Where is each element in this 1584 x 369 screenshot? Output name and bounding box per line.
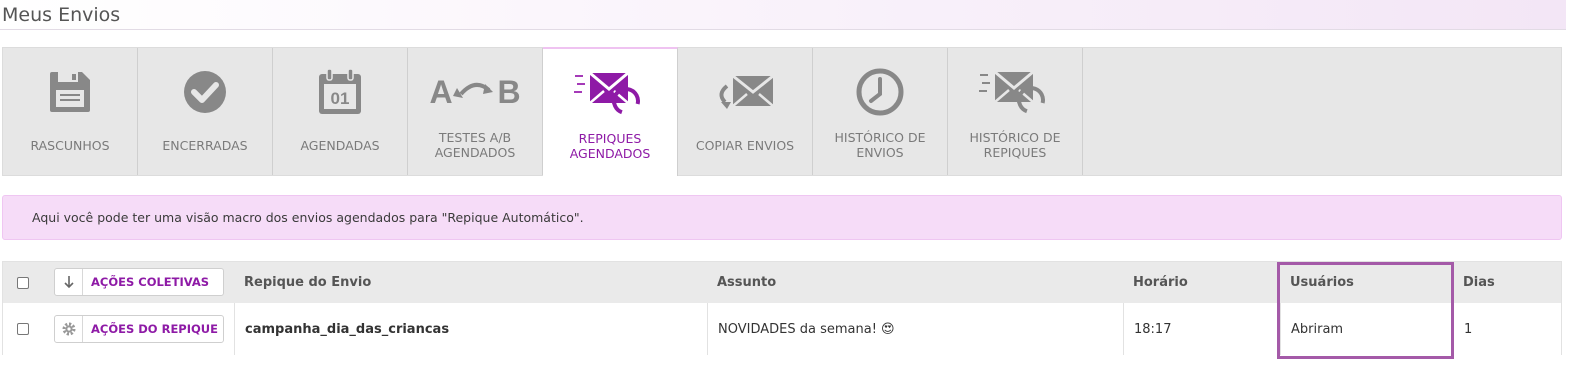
- repique-envelope-icon: [543, 67, 677, 119]
- column-header-dias: Dias: [1463, 275, 1495, 290]
- tabs-bar: RASCUNHOS ENCERRADAS 01 AGENDADAS A B TE…: [2, 47, 1562, 176]
- tab-label: ENCERRADAS: [162, 138, 248, 153]
- sort-arrow-icon: [55, 269, 83, 295]
- page-header: Meus Envios: [0, 0, 1566, 30]
- cell-horario: 18:17: [1123, 303, 1280, 355]
- page-title: Meus Envios: [2, 4, 121, 26]
- copy-envelope-icon: [678, 66, 812, 118]
- gear-icon: [55, 316, 83, 342]
- tab-label-line1: REPIQUES: [578, 131, 642, 146]
- tab-label: COPIAR ENVIOS: [695, 138, 795, 153]
- bulk-actions-label: AÇÕES COLETIVAS: [91, 275, 210, 289]
- tab-repiques-agendados[interactable]: REPIQUES AGENDADOS: [543, 47, 678, 176]
- repique-history-icon: [948, 66, 1082, 118]
- tab-label: REPIQUES AGENDADOS: [543, 131, 677, 161]
- clock-icon: [813, 66, 947, 118]
- select-all-checkbox[interactable]: [17, 276, 29, 289]
- column-header-assunto: Assunto: [717, 275, 777, 290]
- tab-label-line2: REPIQUES: [983, 145, 1047, 160]
- tab-rascunhos[interactable]: RASCUNHOS: [3, 48, 138, 175]
- table-row: AÇÕES DO REPIQUE campanha_dia_das_crianc…: [3, 303, 1561, 355]
- column-header-horario: Horário: [1133, 275, 1188, 290]
- tab-label: AGENDADAS: [300, 138, 380, 153]
- tab-agendadas[interactable]: 01 AGENDADAS: [273, 48, 408, 175]
- save-icon: [3, 66, 137, 118]
- tab-testes-ab[interactable]: A B TESTES A/B AGENDADOS: [408, 48, 543, 175]
- calendar-icon-text: 01: [331, 89, 350, 108]
- repiques-table: AÇÕES COLETIVAS Repique do Envio Assunto…: [2, 261, 1562, 355]
- tab-copiar-envios[interactable]: COPIAR ENVIOS: [678, 48, 813, 175]
- cell-dias: 1: [1453, 303, 1561, 355]
- tab-encerradas[interactable]: ENCERRADAS: [138, 48, 273, 175]
- calendar-icon: 01: [273, 66, 407, 118]
- cell-envio: campanha_dia_das_criancas: [234, 303, 707, 355]
- bulk-actions-button[interactable]: AÇÕES COLETIVAS: [54, 268, 224, 296]
- cell-assunto: NOVIDADES da semana! 😍: [707, 303, 1123, 355]
- tab-label-line1: TESTES A/B: [438, 130, 512, 145]
- row-actions-button[interactable]: AÇÕES DO REPIQUE: [54, 315, 224, 343]
- check-circle-icon: [138, 66, 272, 118]
- ab-icon-b: B: [497, 74, 520, 110]
- select-all-cell: [17, 262, 29, 303]
- ab-icon-a: A: [429, 74, 452, 110]
- tab-historico-envios[interactable]: HISTÓRICO DE ENVIOS: [813, 48, 948, 175]
- ab-test-icon: A B: [408, 66, 542, 118]
- tab-label: RASCUNHOS: [30, 138, 110, 153]
- info-message: Aqui você pode ter uma visão macro dos e…: [2, 195, 1562, 240]
- tab-historico-repiques[interactable]: HISTÓRICO DE REPIQUES: [948, 48, 1083, 175]
- column-header-usuarios: Usuários: [1290, 275, 1354, 290]
- cell-usuarios: Abriram: [1280, 303, 1453, 355]
- info-text: Aqui você pode ter uma visão macro dos e…: [32, 210, 584, 225]
- tab-label-line1: HISTÓRICO DE: [969, 130, 1061, 145]
- row-select-cell: [17, 303, 29, 355]
- tab-label-line1: HISTÓRICO DE: [834, 130, 926, 145]
- tab-label-line2: AGENDADOS: [434, 145, 516, 160]
- tab-label: TESTES A/B AGENDADOS: [408, 130, 542, 160]
- row-actions-label: AÇÕES DO REPIQUE: [91, 322, 218, 336]
- row-checkbox[interactable]: [17, 323, 29, 335]
- table-header-row: AÇÕES COLETIVAS Repique do Envio Assunto…: [3, 262, 1561, 303]
- tab-label-line2: AGENDADOS: [569, 146, 651, 161]
- tab-label-line2: ENVIOS: [856, 145, 904, 160]
- tab-label: HISTÓRICO DE ENVIOS: [813, 130, 947, 160]
- tab-label: HISTÓRICO DE REPIQUES: [948, 130, 1082, 160]
- column-header-repique: Repique do Envio: [244, 275, 372, 290]
